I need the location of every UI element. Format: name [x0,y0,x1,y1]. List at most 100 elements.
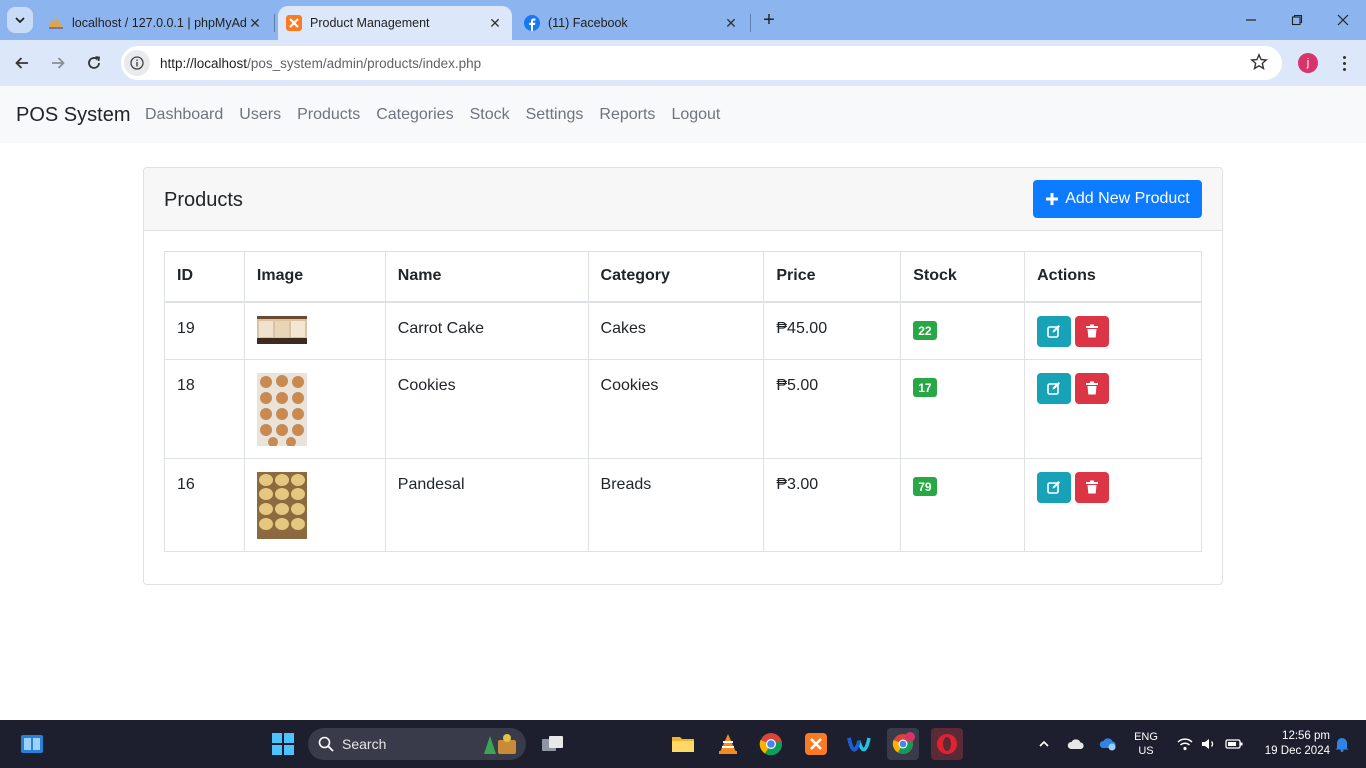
trash-icon [1086,480,1099,494]
wifi-icon [1177,738,1193,751]
vlc-button[interactable] [712,728,744,760]
close-tab-icon[interactable]: ✕ [246,14,264,32]
delete-button[interactable] [1075,471,1110,503]
cell-category: Cakes [587,301,765,360]
file-explorer-button[interactable] [667,728,699,760]
tab-separator [274,14,275,32]
column-header-stock: Stock [900,251,1026,303]
minimize-button[interactable] [1228,0,1274,40]
tab-facebook[interactable]: (11) Facebook ✕ [520,6,746,40]
cell-id: 16 [164,457,245,552]
taskbar-search[interactable]: Search [308,728,526,760]
forward-arrow-icon [52,57,65,69]
column-header-image: Image [243,251,386,303]
windows-start-icon [272,733,294,755]
bell-icon [1335,738,1349,752]
stock-badge: 17 [913,377,937,397]
onedrive-button[interactable] [1062,728,1090,760]
phpmyadmin-icon [48,15,64,31]
nav-stock[interactable]: Stock [470,106,510,124]
tab-phpmyadmin[interactable]: localhost / 127.0.0.1 | phpMyAd ✕ [44,6,270,40]
edit-button[interactable] [1037,315,1072,347]
browser-menu-icon[interactable] [1334,53,1354,73]
nav-dashboard[interactable]: Dashboard [145,106,223,124]
edit-icon [1047,481,1061,494]
nav-users[interactable]: Users [239,106,281,124]
tab-product-management[interactable]: Product Management ✕ [278,6,512,40]
restore-button[interactable] [1274,0,1320,40]
cell-price: ₱45.00 [763,301,902,360]
close-tab-icon[interactable]: ✕ [486,14,504,32]
back-button[interactable] [9,50,35,76]
add-new-product-label: Add New Product [1065,190,1190,207]
delete-button[interactable] [1075,372,1110,404]
show-hidden-icons-button[interactable] [1030,728,1058,760]
edit-button[interactable] [1037,372,1072,404]
volume-icon [1202,739,1214,749]
xampp-icon [805,733,827,755]
folder-icon [672,737,694,752]
tab-title: Product Management [310,16,430,30]
edit-icon [1047,382,1061,395]
taskbar: Search ENG US 12:56 pm 19 Dec 2024 [0,720,1366,768]
address-bar[interactable]: http://localhost/pos_system/admin/produc… [121,46,1282,80]
start-button[interactable] [267,728,299,760]
edit-icon [1047,325,1061,338]
close-window-button[interactable] [1320,0,1366,40]
trash-icon [1086,324,1099,338]
opera-icon [937,734,957,754]
xampp-button[interactable] [800,728,832,760]
language-indicator[interactable]: ENG US [1128,730,1164,758]
edit-button[interactable] [1037,471,1072,503]
quick-settings-button[interactable] [1172,728,1248,760]
reload-icon [88,56,101,69]
reload-button[interactable] [81,50,107,76]
nav-logout[interactable]: Logout [671,106,720,124]
widgets-button[interactable] [16,728,48,760]
delete-button[interactable] [1075,315,1110,347]
app-navbar: POS System Dashboard Users Products Cate… [0,86,1366,143]
cell-name: Cookies [384,358,589,459]
bookmark-star-icon[interactable] [1250,53,1268,76]
nav-settings[interactable]: Settings [526,106,584,124]
chevron-up-icon [1039,740,1049,747]
sync-cloud-icon [1099,738,1116,751]
brand-logo[interactable]: POS System [16,104,130,127]
profile-avatar[interactable]: j [1298,53,1318,73]
info-icon [130,56,144,70]
url-path: /pos_system/admin/products/index.php [247,55,482,71]
task-view-icon [542,736,563,751]
clock-time: 12:56 pm [1282,730,1330,742]
trash-icon [1086,381,1099,395]
nav-products[interactable]: Products [297,106,360,124]
notifications-button[interactable] [1330,728,1354,760]
webex-button[interactable] [843,728,875,760]
table-row: 18 Cookies Cookies ₱5.00 17 [164,358,1202,459]
forward-button[interactable] [45,50,71,76]
url-text[interactable]: http://localhost/pos_system/admin/produc… [160,56,481,71]
system-clock[interactable]: 12:56 pm 19 Dec 2024 [1250,729,1330,759]
card-header: Products Add New Product [144,168,1222,231]
nav-categories[interactable]: Categories [376,106,453,124]
cell-id: 18 [164,358,245,459]
chrome-button[interactable] [755,728,787,760]
close-tab-icon[interactable]: ✕ [722,14,740,32]
new-tab-button[interactable]: + [758,9,780,31]
products-card: Products Add New Product ID Image Name C… [143,167,1223,585]
chrome-profile-button[interactable] [887,728,919,760]
add-new-product-button[interactable]: Add New Product [1033,180,1202,218]
chrome-icon [759,733,783,756]
cell-category: Breads [587,457,765,552]
back-arrow-icon [15,57,28,69]
language-code: ENG [1134,731,1158,743]
onedrive-sync-button[interactable] [1094,728,1122,760]
cell-category: Cookies [587,358,765,459]
task-view-button[interactable] [537,728,569,760]
table-row: 19 Carrot Cake Cakes ₱45.00 22 [164,301,1202,360]
site-info-button[interactable] [124,50,150,76]
opera-button[interactable] [931,728,963,760]
tab-search-button[interactable] [7,7,33,33]
cloud-icon [1067,739,1084,749]
stock-badge: 79 [913,476,937,496]
nav-reports[interactable]: Reports [599,106,655,124]
